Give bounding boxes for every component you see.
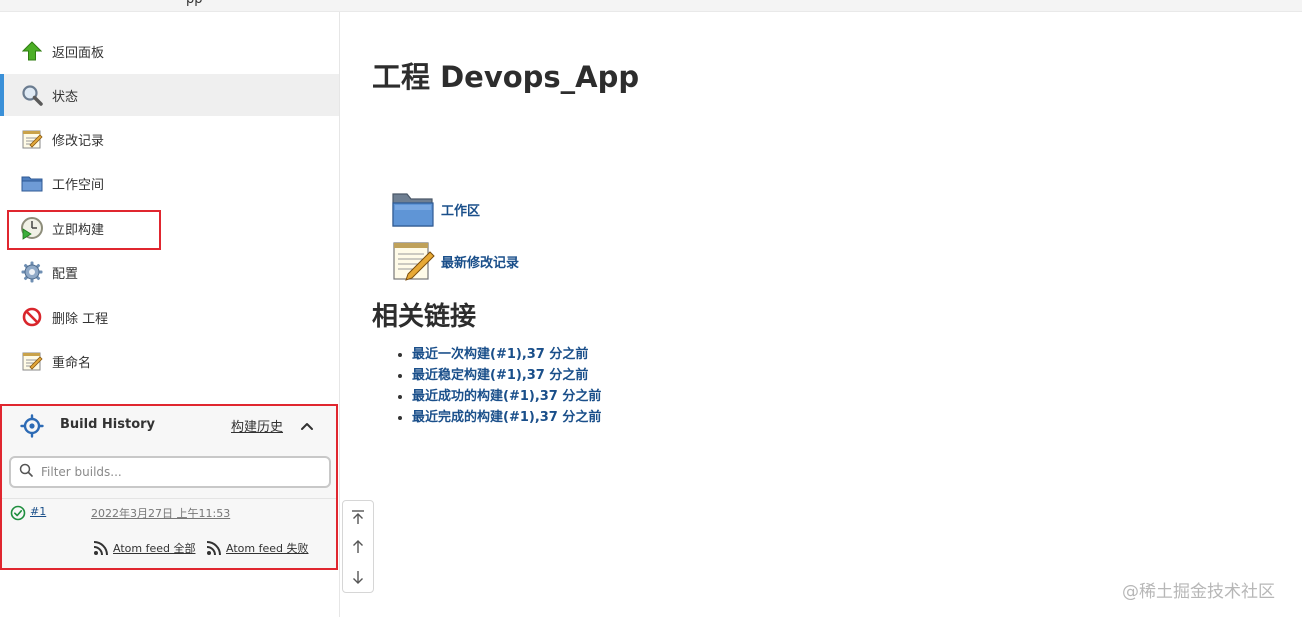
configure-link[interactable]: 配置 [0, 251, 339, 293]
notepad-icon [20, 127, 44, 151]
changes-label: 修改记录 [52, 133, 105, 149]
build-date-link[interactable]: 2022年3月27日 上午11:53 [91, 505, 230, 521]
permalinks-heading: 相关链接 [372, 302, 477, 332]
scroll-to-top-button[interactable] [343, 502, 373, 532]
gear-icon [20, 260, 44, 284]
arrow-down-icon [353, 571, 363, 584]
filter-builds-input[interactable] [39, 464, 309, 480]
build-history-panel: Build History 构建历史 #1 2022年3月27日 上午11:53… [2, 406, 336, 568]
permalink-item: 最近一次构建(#1),37 分之前 [412, 344, 601, 365]
delete-project-label: 删除 工程 [52, 311, 109, 327]
rename-link[interactable]: 重命名 [0, 340, 339, 382]
folder-icon [20, 171, 44, 195]
page-title: 工程 Devops_App [372, 60, 640, 94]
workspace-main-label: 工作区 [441, 203, 481, 219]
folder-icon [390, 186, 436, 232]
last-successful-build-link[interactable]: 最近成功的构建(#1),37 分之前 [412, 389, 601, 404]
build-row[interactable]: #1 2022年3月27日 上午11:53 [2, 498, 336, 526]
search-icon [19, 463, 33, 481]
recent-changes-main-label: 最新修改记录 [441, 255, 520, 271]
back-to-dashboard-label: 返回面板 [52, 45, 105, 61]
changes-link[interactable]: 修改记录 [0, 118, 339, 160]
arrow-up-icon [20, 39, 44, 63]
permalink-item: 最近成功的构建(#1),37 分之前 [412, 386, 601, 407]
atom-feed-failed-label: Atom feed 失败 [226, 542, 309, 555]
recent-changes-main-link[interactable]: 最新修改记录 [390, 238, 519, 284]
atom-feed-failed-link[interactable]: Atom feed 失败 [206, 540, 308, 556]
atom-feed-all-link[interactable]: Atom feed 全部 [93, 540, 195, 556]
last-stable-build-link[interactable]: 最近稳定构建(#1),37 分之前 [412, 368, 588, 383]
workspace-label: 工作空间 [52, 177, 105, 193]
permalink-item: 最近完成的构建(#1),37 分之前 [412, 407, 601, 428]
status-link[interactable]: 状态 [0, 74, 339, 116]
top-bar: pp [0, 0, 1302, 12]
no-entry-icon [20, 305, 44, 329]
arrow-up-icon [353, 540, 363, 553]
permalinks-list: 最近一次构建(#1),37 分之前 最近稳定构建(#1),37 分之前 最近成功… [372, 344, 601, 428]
build-history-trend-link[interactable]: 构建历史 [231, 416, 283, 435]
scroll-down-button[interactable] [343, 562, 373, 592]
workspace-main-link[interactable]: 工作区 [390, 186, 480, 232]
build-number-link[interactable]: #1 [30, 505, 46, 518]
delete-project-link[interactable]: 删除 工程 [0, 296, 339, 338]
build-now-link[interactable]: 立即构建 [0, 207, 339, 249]
rss-icon [206, 540, 222, 556]
build-now-label: 立即构建 [52, 222, 105, 238]
scroll-up-button[interactable] [343, 532, 373, 562]
chevron-up-icon[interactable] [299, 418, 315, 434]
atom-feed-all-label: Atom feed 全部 [113, 542, 196, 555]
last-build-link[interactable]: 最近一次构建(#1),37 分之前 [412, 347, 588, 362]
status-label: 状态 [52, 89, 79, 105]
watermark-text: @稀土掘金技术社区 [1122, 582, 1275, 602]
build-history-gear-icon [20, 414, 44, 438]
notepad-icon [390, 238, 436, 284]
rss-icon [93, 540, 109, 556]
notepad-icon [20, 349, 44, 373]
breadcrumb-fragment: pp [186, 0, 203, 7]
last-completed-build-link[interactable]: 最近完成的构建(#1),37 分之前 [412, 410, 601, 425]
filter-builds-field[interactable] [9, 456, 331, 488]
build-history-title: Build History [60, 417, 156, 432]
arrow-to-top-icon [352, 510, 364, 524]
scroll-controls [342, 500, 374, 593]
workspace-link[interactable]: 工作空间 [0, 162, 339, 204]
configure-label: 配置 [52, 266, 79, 282]
success-check-icon [10, 505, 26, 521]
rename-label: 重命名 [52, 355, 92, 371]
magnifier-icon [20, 83, 44, 107]
build-history-header: Build History 构建历史 [2, 406, 336, 446]
back-to-dashboard-link[interactable]: 返回面板 [0, 30, 339, 72]
clock-play-icon [20, 216, 44, 240]
permalink-item: 最近稳定构建(#1),37 分之前 [412, 365, 601, 386]
